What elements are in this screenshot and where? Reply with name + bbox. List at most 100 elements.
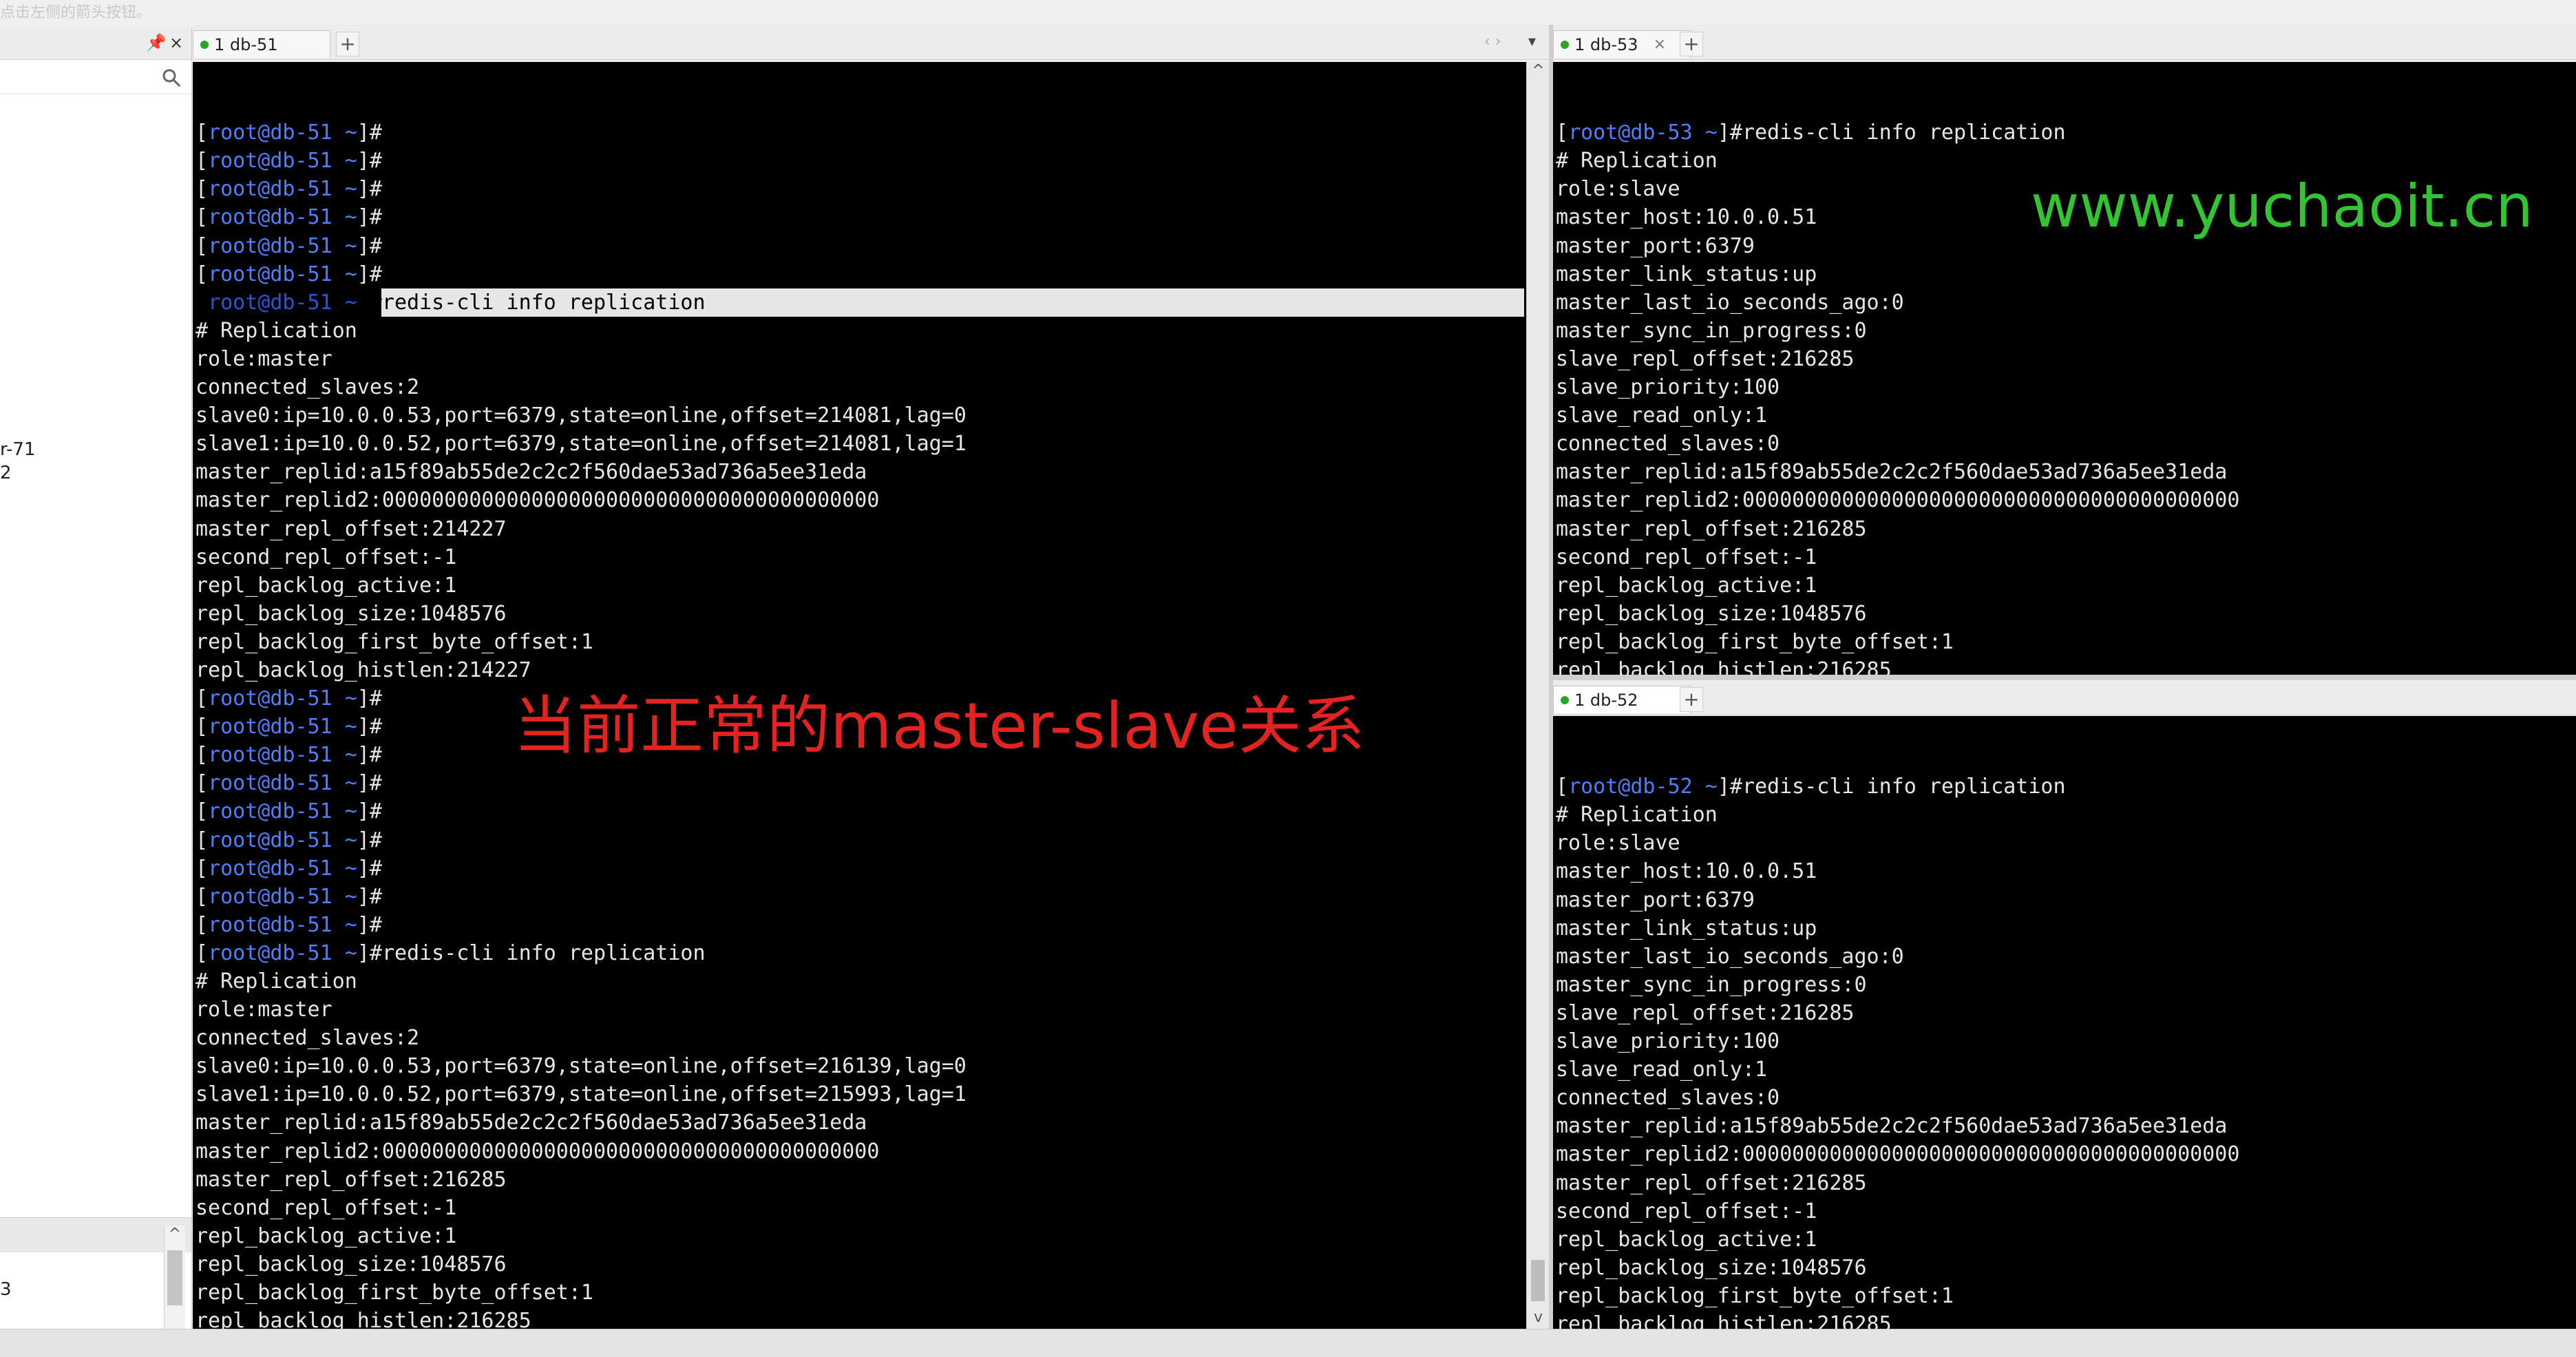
watermark-url: www.yuchaoit.cn: [2031, 172, 2533, 241]
output-line: repl_backlog_first_byte_offset:1: [196, 629, 593, 654]
output-line: connected_slaves:0: [1556, 1086, 1780, 1111]
prompt-dir: ~: [344, 177, 357, 202]
chevron-up-icon[interactable]: ^: [165, 1225, 185, 1243]
prompt-dir: ~: [344, 884, 357, 909]
prompt-line: [root@db-51 ~]#: [196, 828, 382, 852]
prompt-dir: ~: [344, 940, 357, 965]
output-line: master_repl_offset:216285: [1556, 516, 1867, 541]
sidebar-close-button[interactable]: ×: [169, 33, 183, 52]
right-top-tab-bar: 1 db-53 × +: [1553, 25, 2576, 60]
search-icon[interactable]: [161, 67, 182, 88]
output-line: master_link_status:up: [1556, 916, 1817, 940]
status-bar: [0, 1329, 2576, 1357]
prompt-line: [root@db-51 ~]#: [196, 205, 382, 230]
sidebar-search-field[interactable]: [0, 62, 191, 94]
output-line: repl_backlog_first_byte_offset:1: [196, 1281, 593, 1305]
chevron-down-icon[interactable]: v: [1527, 1309, 1550, 1326]
prompt-line: [root@db-51 ~]#redis-cli info replicatio…: [196, 288, 1524, 317]
tab-list-dropdown[interactable]: ▾: [1528, 33, 1536, 50]
output-line: slave_repl_offset:216285: [1556, 1000, 1855, 1025]
prompt-line: [root@db-51 ~]#: [196, 884, 382, 909]
prompt-user-host: root@db-51: [208, 884, 332, 909]
tab-db-53[interactable]: 1 db-53 ×: [1553, 30, 1691, 58]
output-line: repl_backlog_size:1048576: [1556, 601, 1867, 626]
output-line: repl_backlog_active:1: [1556, 573, 1817, 598]
terminal-db-53[interactable]: [root@db-53 ~]#redis-cli info replicatio…: [1553, 62, 2576, 675]
tab-nav-arrows[interactable]: ‹ ›: [1484, 33, 1501, 50]
prompt-user-host: root@db-51: [208, 799, 332, 824]
output-line: master_repl_offset:214227: [196, 516, 507, 541]
prompt-user-host: root@db-51: [208, 940, 332, 965]
output-line: second_repl_offset:-1: [196, 1195, 457, 1220]
terminal-db-52[interactable]: [root@db-52 ~]#redis-cli info replicatio…: [1553, 716, 2576, 1329]
annotation-text: 当前正常的master-slave关系: [514, 689, 1365, 763]
tab-label: 1 db-51: [214, 34, 278, 54]
output-line: master_replid2:0000000000000000000000000…: [1556, 1142, 2240, 1167]
prompt-user-host: root@db-51: [208, 686, 332, 711]
pane-splitter-horizontal[interactable]: [1553, 675, 2576, 680]
sidebar-item-fragment[interactable]: r-71: [0, 439, 36, 460]
connected-status-icon: [1561, 40, 1569, 49]
output-line: role:slave: [1556, 831, 1680, 856]
output-line: slave_read_only:1: [1556, 403, 1768, 428]
sidebar-item-fragment[interactable]: 2: [0, 463, 12, 483]
left-terminal-scrollbar[interactable]: ^ v: [1526, 62, 1550, 1329]
output-line: slave1:ip=10.0.0.52,port=6379,state=onli…: [196, 432, 967, 456]
new-tab-button[interactable]: +: [1680, 687, 1703, 712]
output-line: # Replication: [196, 318, 357, 343]
output-line: master_sync_in_progress:0: [1556, 972, 1867, 997]
prompt-user-host: root@db-51: [208, 177, 332, 202]
prompt-dir: ~: [344, 828, 357, 852]
scroll-thumb[interactable]: [1531, 1260, 1545, 1301]
close-icon[interactable]: ×: [1654, 36, 1666, 53]
output-line: repl_backlog_first_byte_offset:1: [1556, 629, 1954, 654]
prompt-dir: ~: [344, 799, 357, 824]
tab-db-51[interactable]: 1 db-51: [193, 30, 330, 58]
prompt-user-host: root@db-53: [1568, 120, 1693, 145]
sidebar-item-fragment[interactable]: 3: [0, 1279, 12, 1300]
output-line: repl_backlog_size:1048576: [196, 1252, 507, 1276]
output-line: slave0:ip=10.0.0.53,port=6379,state=onli…: [196, 1054, 967, 1079]
prompt-line: [root@db-51 ~]#: [196, 771, 382, 796]
connected-status-icon: [1561, 695, 1569, 704]
output-line: repl_backlog_histlen:216285: [1556, 658, 1892, 675]
prompt-line: [root@db-51 ~]#: [196, 177, 382, 202]
prompt-user-host: root@db-51: [208, 233, 332, 258]
chevron-up-icon[interactable]: ^: [1527, 62, 1550, 79]
output-line: # Replication: [196, 969, 357, 993]
output-line: master_last_io_seconds_ago:0: [1556, 290, 1904, 315]
new-tab-button[interactable]: +: [336, 32, 359, 56]
prompt-dir: ~: [344, 149, 357, 173]
output-line: master_port:6379: [1556, 887, 1755, 912]
output-line: # Replication: [1556, 149, 1718, 173]
output-line: slave_priority:100: [1556, 375, 1780, 400]
prompt-dir: ~: [344, 912, 357, 937]
output-line: master_host:10.0.0.51: [1556, 859, 1817, 884]
pin-icon[interactable]: 📌: [146, 33, 167, 52]
output-line: repl_backlog_histlen:216285: [1556, 1312, 1892, 1329]
prompt-dir: ~: [344, 686, 357, 711]
prompt-user-host: root@db-51: [208, 771, 332, 796]
prompt-line: [root@db-51 ~]#: [196, 149, 382, 173]
command-text: redis-cli info replication: [381, 288, 706, 317]
output-line: # Replication: [1556, 803, 1718, 828]
command-text: redis-cli info replication: [381, 940, 706, 965]
prompt-user-host: root@db-52: [1568, 775, 1693, 799]
output-line: repl_backlog_first_byte_offset:1: [1556, 1283, 1954, 1308]
prompt-user-host: root@db-51: [208, 290, 332, 315]
output-line: slave_read_only:1: [1556, 1058, 1768, 1082]
output-line: master_link_status:up: [1556, 262, 1817, 286]
prompt-dir: ~: [344, 205, 357, 230]
output-line: connected_slaves:2: [196, 1026, 420, 1051]
tab-db-52[interactable]: 1 db-52: [1553, 686, 1691, 713]
output-line: second_repl_offset:-1: [1556, 1199, 1817, 1223]
output-line: second_repl_offset:-1: [1556, 545, 1817, 569]
prompt-user-host: root@db-51: [208, 205, 332, 230]
output-line: role:master: [196, 998, 332, 1022]
sidebar-scroll-thumb[interactable]: [167, 1250, 182, 1305]
new-tab-button[interactable]: +: [1680, 32, 1703, 56]
prompt-line: [root@db-51 ~]#: [196, 120, 382, 145]
prompt-user-host: root@db-51: [208, 912, 332, 937]
prompt-line: [root@db-51 ~]#: [196, 799, 382, 824]
prompt-dir: ~: [344, 262, 357, 286]
